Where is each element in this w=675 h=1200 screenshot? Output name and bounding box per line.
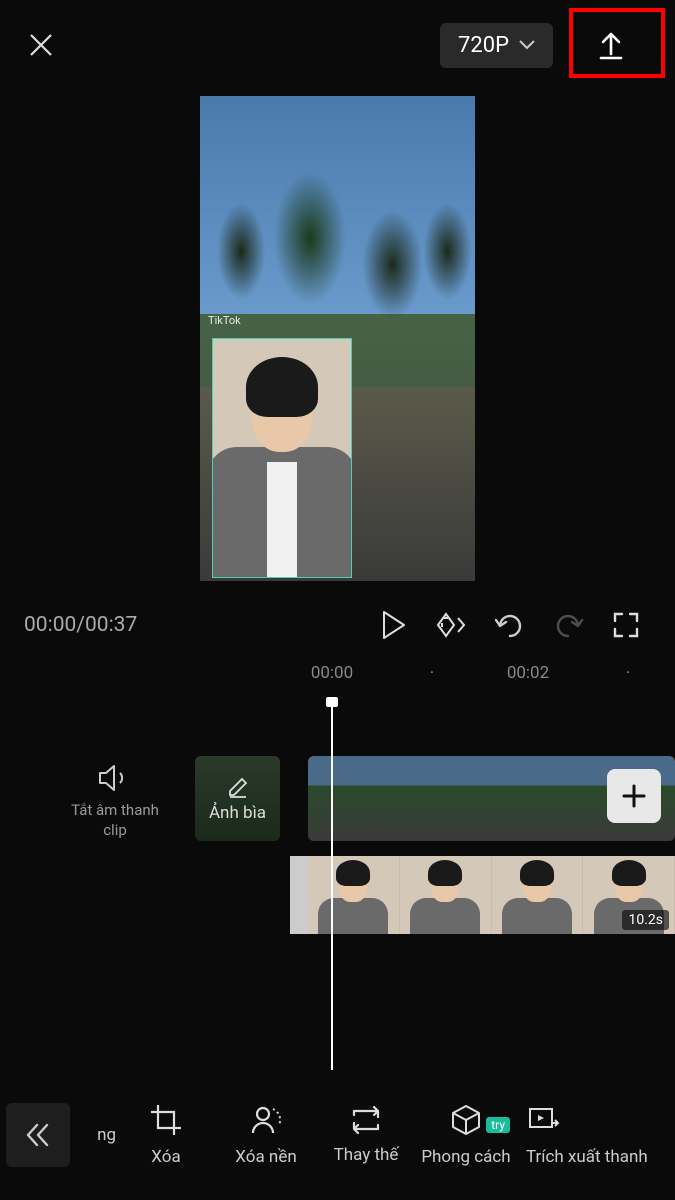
person-dotted-icon [249,1103,283,1137]
overlay-track[interactable]: 10.2s [290,856,675,934]
tool-replace[interactable]: Thay thế [316,1103,416,1167]
plus-icon [620,782,648,810]
chevron-double-left-icon [23,1121,53,1149]
mute-label: Tắt âm thanh clip [60,801,170,840]
speaker-icon [97,763,133,793]
timecode: 00:00/00:37 [24,613,137,637]
resolution-select[interactable]: 720P [440,23,553,68]
keyframe-button[interactable] [427,605,477,645]
tiktok-watermark: TikTok [208,314,241,327]
bottom-toolbar: ng Xóa Xóa nền Thay thế try Phong cá [0,1070,675,1200]
upload-icon [594,28,628,62]
chevron-down-icon [519,40,535,50]
undo-button[interactable] [485,605,535,645]
tool-partial-previous[interactable]: ng [76,1103,116,1167]
timeline-area[interactable]: Tắt âm thanh clip Ảnh bìa 10.2s [0,701,675,1121]
try-badge: try [486,1117,510,1133]
edit-icon [226,775,250,799]
tool-extract-audio[interactable]: Trích xuất thanh [516,1103,648,1167]
crop-icon [149,1103,183,1137]
expand-icon [612,611,640,639]
keyframe-icon [434,610,470,640]
play-icon [381,610,407,640]
fullscreen-button[interactable] [601,605,651,645]
add-clip-button[interactable] [607,769,661,823]
close-icon [27,31,55,59]
playhead[interactable] [331,701,333,1081]
collapse-toolbar-button[interactable] [6,1103,70,1167]
close-button[interactable] [24,28,58,62]
cover-thumbnail[interactable]: Ảnh bìa [195,756,280,841]
video-preview[interactable]: TikTok [200,96,475,581]
resolution-label: 720P [458,33,509,58]
overlay-duration-badge: 10.2s [622,910,669,930]
cover-label: Ảnh bìa [209,803,266,823]
play-button[interactable] [369,605,419,645]
tool-delete[interactable]: Xóa [116,1103,216,1167]
redo-icon [552,612,584,638]
preview-area: TikTok [0,90,675,591]
overlay-clip-frame[interactable] [212,338,352,578]
tool-remove-background[interactable]: Xóa nền [216,1103,316,1167]
cube-icon [449,1103,483,1137]
playback-bar: 00:00/00:37 [0,591,675,663]
mute-clip-button[interactable]: Tắt âm thanh clip [60,763,170,840]
undo-icon [494,612,526,638]
timeline-ruler[interactable]: 00:00 · 00:02 · [0,663,675,693]
extract-icon [526,1103,560,1137]
tool-style[interactable]: try Phong cách [416,1103,516,1167]
repeat-icon [348,1105,384,1135]
redo-button[interactable] [543,605,593,645]
header-bar: 720P [0,0,675,90]
export-button[interactable] [571,15,651,75]
